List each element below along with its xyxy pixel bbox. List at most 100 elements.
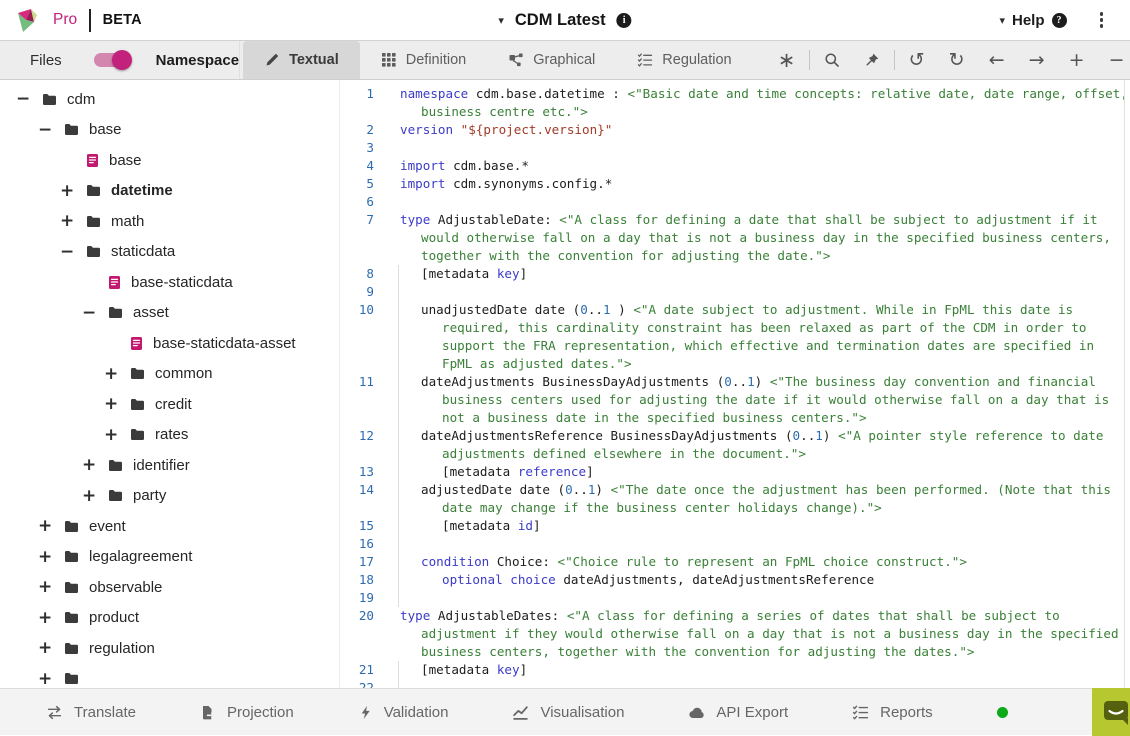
code-text: [metadata key] <box>386 661 1130 679</box>
tree-item-math[interactable]: +math <box>0 206 339 237</box>
plus-expander-icon[interactable]: + <box>104 425 130 445</box>
line-number: 4 <box>340 157 386 175</box>
folder-icon <box>108 306 123 319</box>
main-content: −cdm−basebase+datetime+math−staticdataba… <box>0 80 1130 688</box>
app-logo-icon[interactable] <box>14 7 41 34</box>
plus-expander-icon[interactable]: + <box>104 364 130 384</box>
file-icon <box>108 275 121 290</box>
footer-item-translate[interactable]: Translate <box>46 704 136 721</box>
minus-expander-icon[interactable]: − <box>60 242 86 262</box>
tree-item-base[interactable]: −base <box>0 115 339 146</box>
info-icon[interactable]: i <box>617 13 632 28</box>
tree-item-product[interactable]: + product <box>0 603 339 634</box>
tree-item-cdm[interactable]: −cdm <box>0 84 339 115</box>
code-line-13: 13[metadata reference] <box>340 463 1130 481</box>
folder-icon <box>64 123 79 136</box>
tree-item-label: identifier <box>133 457 190 474</box>
footer-item-reports[interactable]: Reports <box>852 704 933 721</box>
plus-expander-icon[interactable]: + <box>38 638 64 658</box>
folder-icon <box>64 642 79 655</box>
tree-item-asset[interactable]: −asset <box>0 298 339 329</box>
line-number: 7 <box>340 211 386 265</box>
editor-action-bar: ∗ ↺↻←→+− <box>767 41 1130 79</box>
plus-expander-icon[interactable]: + <box>104 394 130 414</box>
project-name: CDM Latest <box>515 11 606 30</box>
tree-item-identifier[interactable]: + identifier <box>0 450 339 481</box>
plus-expander-icon[interactable]: + <box>60 211 86 231</box>
tree-item-base[interactable]: base <box>0 145 339 176</box>
tree-item-observable[interactable]: +observable <box>0 572 339 603</box>
tree-item-event[interactable]: +event <box>0 511 339 542</box>
line-number: 22 <box>340 679 386 688</box>
project-selector[interactable]: ▾ CDM Latest i <box>498 11 631 30</box>
folder-icon <box>86 215 101 228</box>
tree-item-common[interactable]: +common <box>0 359 339 390</box>
tree-item-party[interactable]: +party <box>0 481 339 512</box>
plus-expander-icon[interactable]: + <box>38 516 64 536</box>
minus-button[interactable]: − <box>1097 49 1130 71</box>
code-text: [metadata id] <box>386 517 1130 535</box>
files-namespace-toggle[interactable] <box>94 53 128 67</box>
folder-icon <box>86 245 101 258</box>
folder-icon <box>64 550 79 563</box>
minus-expander-icon[interactable]: − <box>38 120 64 140</box>
code-line-10: 10unadjustedDate date (0..1 ) <"A date s… <box>340 301 1130 373</box>
help-menu[interactable]: ▾ Help ? <box>999 12 1066 29</box>
footer-item-visualisation[interactable]: Visualisation <box>512 704 624 721</box>
code-editor[interactable]: 1namespace cdm.base.datetime : <"Basic d… <box>340 80 1130 688</box>
tree-item-legalagreement[interactable]: +legalagreement <box>0 542 339 573</box>
plus-button[interactable]: + <box>1057 49 1097 71</box>
footer-item-label: Reports <box>880 704 933 721</box>
arrow-left-button[interactable]: ← <box>977 49 1017 71</box>
folder-icon <box>130 367 145 380</box>
namespace-tree: −cdm−basebase+datetime+math−staticdataba… <box>0 80 340 688</box>
tree-item-staticdata[interactable]: −staticdata <box>0 237 339 268</box>
chat-widget[interactable] <box>1092 688 1130 736</box>
undo-button[interactable]: ↺ <box>897 49 937 71</box>
tree-item-rates[interactable]: +rates <box>0 420 339 451</box>
tree-item-credit[interactable]: + credit <box>0 389 339 420</box>
search-button[interactable] <box>812 52 852 68</box>
line-number: 3 <box>340 139 386 157</box>
code-text: namespace cdm.base.datetime : <"Basic da… <box>386 85 1130 121</box>
plus-expander-icon[interactable]: + <box>38 608 64 628</box>
overflow-menu-icon[interactable] <box>1097 9 1107 31</box>
line-number: 2 <box>340 121 386 139</box>
line-number: 16 <box>340 535 386 553</box>
tree-item-base-staticdata-asset[interactable]: base-staticdata-asset <box>0 328 339 359</box>
tree-item-clipped[interactable]: + <box>0 664 339 689</box>
tree-item-label: credit <box>155 396 192 413</box>
minus-expander-icon[interactable]: − <box>16 89 42 109</box>
projection-icon <box>200 704 216 721</box>
plus-expander-icon[interactable]: + <box>82 486 108 506</box>
pin-button[interactable] <box>852 52 892 68</box>
tree-item-regulation[interactable]: +regulation <box>0 633 339 664</box>
file-icon <box>130 336 143 351</box>
code-text: dateAdjustments BusinessDayAdjustments (… <box>386 373 1130 427</box>
plus-expander-icon[interactable]: + <box>82 455 108 475</box>
plus-expander-icon[interactable]: + <box>38 577 64 597</box>
tab-graphical[interactable]: Graphical <box>487 41 616 79</box>
tab-textual[interactable]: Textual <box>243 41 360 79</box>
code-line-9: 9 <box>340 283 1130 301</box>
code-text <box>386 589 1130 607</box>
plus-expander-icon[interactable]: + <box>38 547 64 567</box>
tree-item-label: product <box>89 609 139 626</box>
plus-expander-icon[interactable]: + <box>38 669 64 688</box>
tab-definition[interactable]: Definition <box>360 41 487 79</box>
plus-expander-icon[interactable]: + <box>60 181 86 201</box>
minus-expander-icon[interactable]: − <box>82 303 108 323</box>
footer-item-api-export[interactable]: API Export <box>688 704 788 721</box>
redo-button[interactable]: ↻ <box>937 49 977 71</box>
arrow-right-button[interactable]: → <box>1017 49 1057 71</box>
tree-item-base-staticdata[interactable]: base-staticdata <box>0 267 339 298</box>
tree-item-datetime[interactable]: +datetime <box>0 176 339 207</box>
footer-item-label: Validation <box>384 704 449 721</box>
code-text: optional choice dateAdjustments, dateAdj… <box>386 571 1130 589</box>
folder-icon <box>42 93 57 106</box>
tab-regulation[interactable]: Regulation <box>616 41 752 79</box>
footer-item-projection[interactable]: Projection <box>200 704 294 721</box>
footer-item-validation[interactable]: Validation <box>358 704 449 721</box>
question-icon: ? <box>1052 13 1067 28</box>
asterisk-button[interactable]: ∗ <box>767 48 807 72</box>
